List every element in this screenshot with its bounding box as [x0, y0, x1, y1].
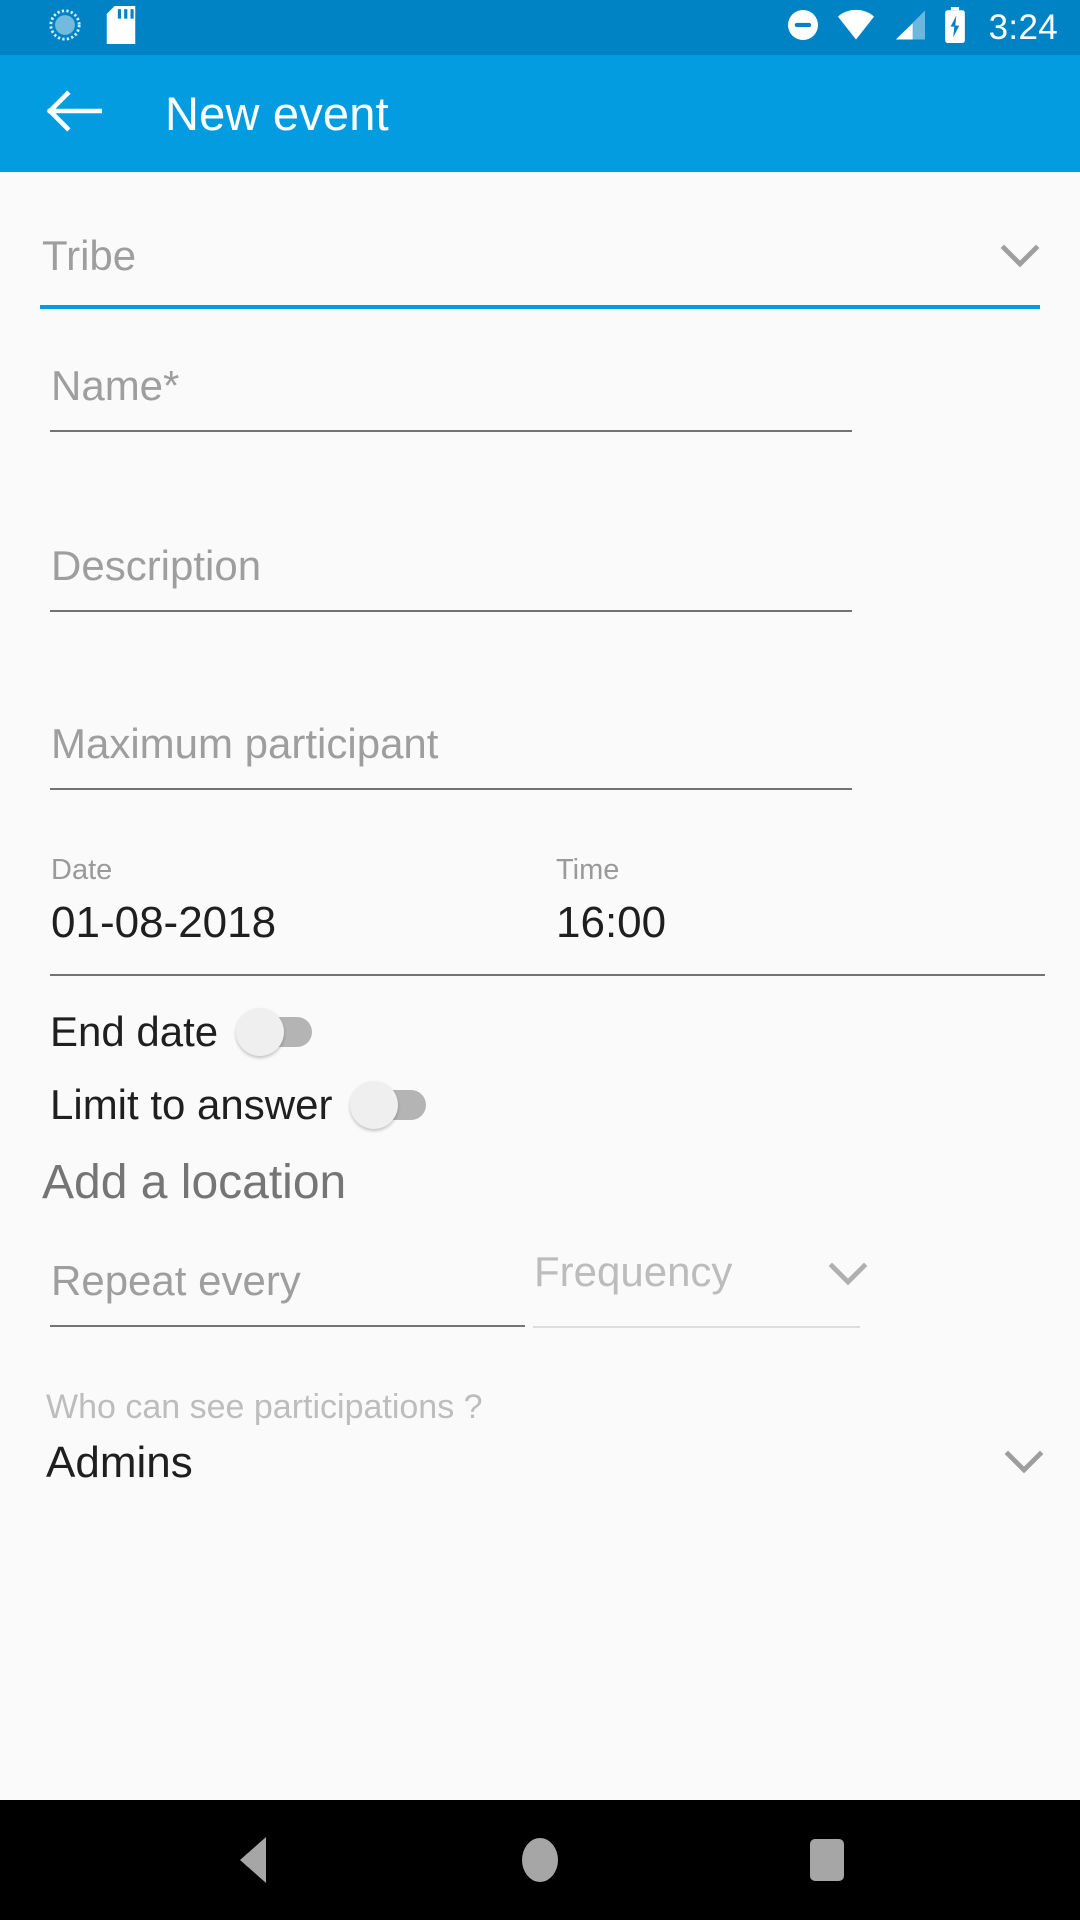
nav-back-triangle-icon	[240, 1837, 267, 1883]
nav-home-button[interactable]	[480, 1800, 600, 1920]
page-title: New event	[165, 87, 389, 140]
toggle-thumb	[236, 1008, 285, 1056]
time-value: 16:00	[556, 898, 667, 947]
nav-home-circle-icon	[521, 1838, 558, 1882]
repeat-every-placeholder: Repeat every	[51, 1257, 301, 1304]
sync-circle-icon	[48, 8, 82, 47]
add-location-button[interactable]: Add a location	[42, 1155, 346, 1210]
do-not-disturb-icon	[785, 7, 821, 48]
time-underline	[555, 974, 1045, 976]
battery-charging-icon	[943, 7, 967, 48]
status-bar-clock: 3:24	[988, 8, 1058, 47]
limit-to-answer-row: Limit to answer	[50, 1081, 428, 1129]
app-bar: New event	[0, 55, 1080, 172]
status-bar: 3:24	[0, 0, 1080, 55]
maximum-participant-underline	[50, 788, 852, 790]
description-placeholder: Description	[51, 542, 262, 589]
toggle-thumb	[350, 1081, 399, 1129]
back-button[interactable]	[25, 66, 121, 162]
wifi-icon	[837, 9, 875, 46]
nav-recents-button[interactable]	[767, 1800, 887, 1920]
date-value: 01-08-2018	[51, 898, 277, 947]
arrow-back-icon	[44, 88, 103, 139]
nav-back-button[interactable]	[193, 1800, 313, 1920]
chevron-down-icon	[828, 1262, 868, 1293]
name-placeholder: Name*	[51, 362, 180, 409]
visibility-label: Who can see participations ?	[46, 1388, 483, 1426]
tribe-underline	[40, 305, 1040, 309]
date-underline	[50, 974, 637, 976]
sd-card-icon	[106, 6, 136, 49]
limit-to-answer-toggle[interactable]	[350, 1081, 428, 1129]
date-label: Date	[51, 854, 113, 886]
frequency-underline	[533, 1326, 860, 1328]
status-bar-right-icons: 3:24	[785, 7, 1058, 48]
frequency-placeholder: Frequency	[534, 1248, 733, 1295]
chevron-down-icon	[1004, 1450, 1044, 1481]
cellular-signal-icon	[891, 9, 927, 46]
app-screen: 3:24 New event Tribe Name* Description M…	[0, 0, 1080, 1920]
maximum-participant-placeholder: Maximum participant	[51, 720, 439, 767]
name-underline	[50, 430, 852, 432]
description-underline	[50, 610, 852, 612]
status-bar-left-icons	[48, 6, 136, 49]
end-date-row: End date	[50, 1008, 314, 1056]
limit-to-answer-label: Limit to answer	[50, 1081, 333, 1128]
event-form: Tribe Name* Description Maximum particip…	[0, 172, 1080, 1487]
end-date-toggle[interactable]	[236, 1008, 314, 1056]
visibility-value: Admins	[46, 1438, 193, 1487]
time-label: Time	[556, 854, 620, 886]
end-date-label: End date	[50, 1008, 219, 1055]
repeat-every-underline	[50, 1325, 525, 1327]
tribe-placeholder: Tribe	[42, 232, 137, 279]
nav-recents-square-icon	[809, 1839, 844, 1881]
system-navigation-bar	[0, 1800, 1080, 1920]
chevron-down-icon	[1000, 244, 1040, 275]
